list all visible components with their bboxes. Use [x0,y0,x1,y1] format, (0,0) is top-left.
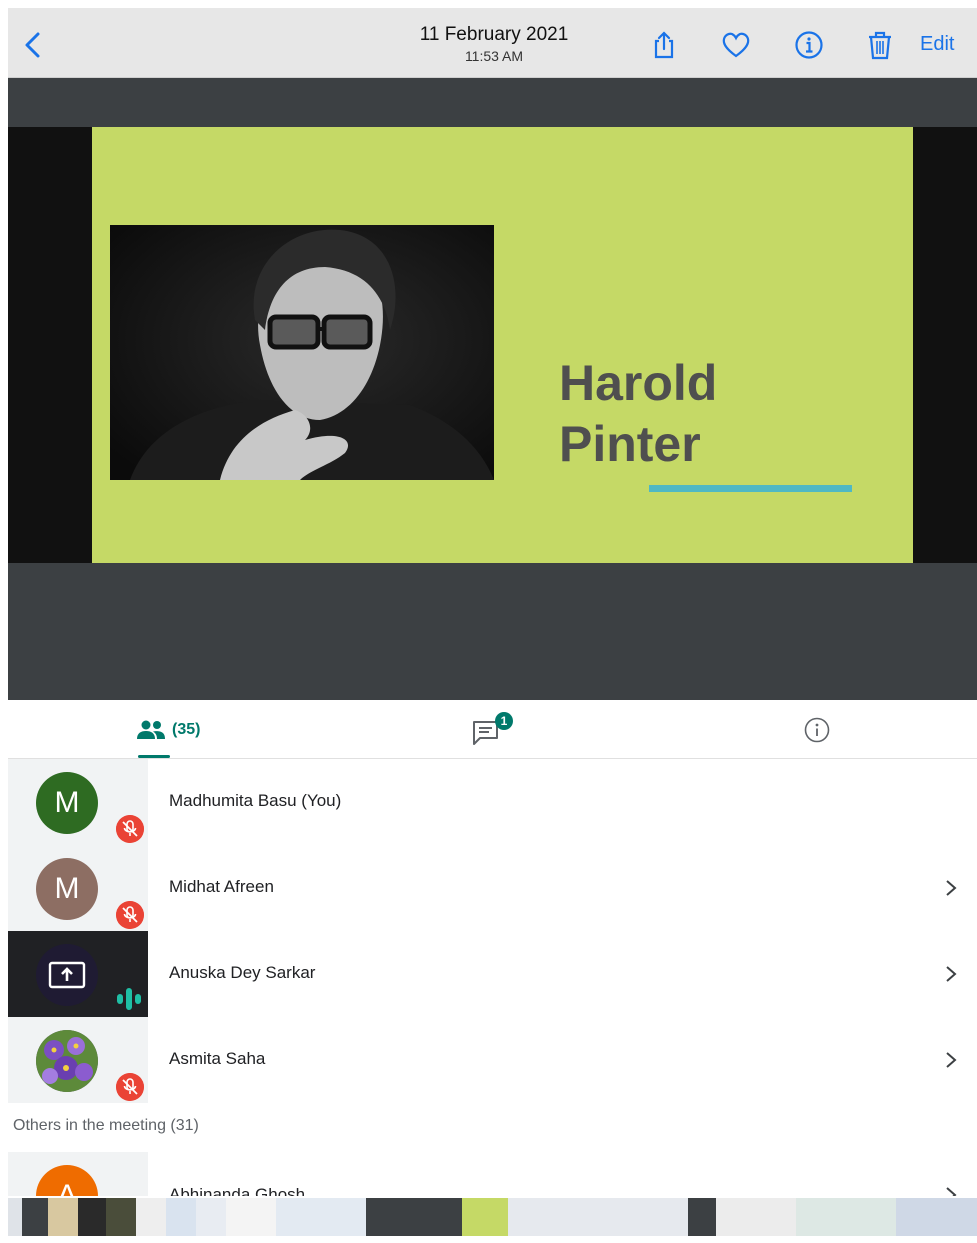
participant-name: Midhat Afreen [169,877,274,896]
flower-photo [36,1030,98,1092]
mic-off-icon [116,1073,144,1101]
share-icon[interactable] [649,30,679,60]
participant-name: Asmita Saha [169,1049,266,1068]
slide-title: Harold Pinter [559,353,717,475]
tab-people[interactable]: (35) [136,716,200,744]
chevron-right-icon[interactable] [944,1050,958,1070]
portrait-photo [110,225,494,480]
meeting-panel-tabs: (35) 1 [8,700,977,759]
meeting-stage: Harold Pinter [8,78,977,700]
avatar [36,1030,98,1092]
presentation-slide: Harold Pinter [92,127,913,563]
status-bar [0,0,977,8]
mic-off-icon [116,815,144,843]
chevron-right-icon[interactable] [944,878,958,898]
tab-chat[interactable]: 1 [471,712,515,746]
participant-tile [8,1017,148,1103]
participant-row[interactable]: M Madhumita Basu (You) [8,759,977,845]
participant-row[interactable]: M Midhat Afreen [8,845,977,931]
photo-title: 11 February 2021 11:53 AM [358,24,630,65]
mic-off-icon [116,901,144,929]
slide-title-line1: Harold [559,355,718,411]
people-count: (35) [172,721,201,738]
edit-button[interactable]: Edit [920,33,954,56]
participant-tile: M [8,759,148,845]
active-tab-indicator [138,755,170,758]
others-section-label: Others in the meeting (31) [13,1117,199,1134]
avatar [36,944,98,1006]
participant-name: Madhumita Basu (You) [169,791,342,810]
participant-tile: M [8,845,148,931]
portrait-illustration [110,225,494,480]
info-icon[interactable] [804,717,830,743]
participant-row[interactable]: A Abhinanda Ghosh [8,1152,977,1196]
chevron-right-icon[interactable] [944,1185,958,1196]
heart-icon[interactable] [721,30,751,60]
participant-name: Abhinanda Ghosh [169,1185,306,1196]
presentation-frame: Harold Pinter [8,127,977,563]
photo-date: 11 February 2021 [419,24,569,45]
thumbnail-images[interactable] [0,1196,977,1238]
avatar: A [36,1165,98,1196]
participant-name: Anuska Dey Sarkar [169,963,316,982]
slide-accent-bar [649,485,852,492]
participant-tile: A [8,1152,148,1196]
participant-row[interactable]: Asmita Saha [8,1017,977,1103]
trash-icon[interactable] [865,30,895,60]
photo-time: 11:53 AM [464,48,524,64]
participant-tile [8,931,148,1017]
screen-share-icon [48,961,86,989]
chevron-left-icon[interactable] [20,30,46,60]
participant-row[interactable]: Anuska Dey Sarkar [8,931,977,1017]
speaking-indicator-icon [117,988,141,1010]
people-icon [137,720,165,739]
chat-badge: 1 [495,712,513,730]
avatar: M [36,858,98,920]
avatar: M [36,772,98,834]
photo-thumbnail-strip[interactable] [0,1196,977,1238]
chevron-right-icon[interactable] [944,964,958,984]
info-icon[interactable] [794,30,824,60]
photo-viewer-toolbar: 11 February 2021 11:53 AM Edit [8,8,977,78]
slide-title-line2: Pinter [559,416,701,472]
